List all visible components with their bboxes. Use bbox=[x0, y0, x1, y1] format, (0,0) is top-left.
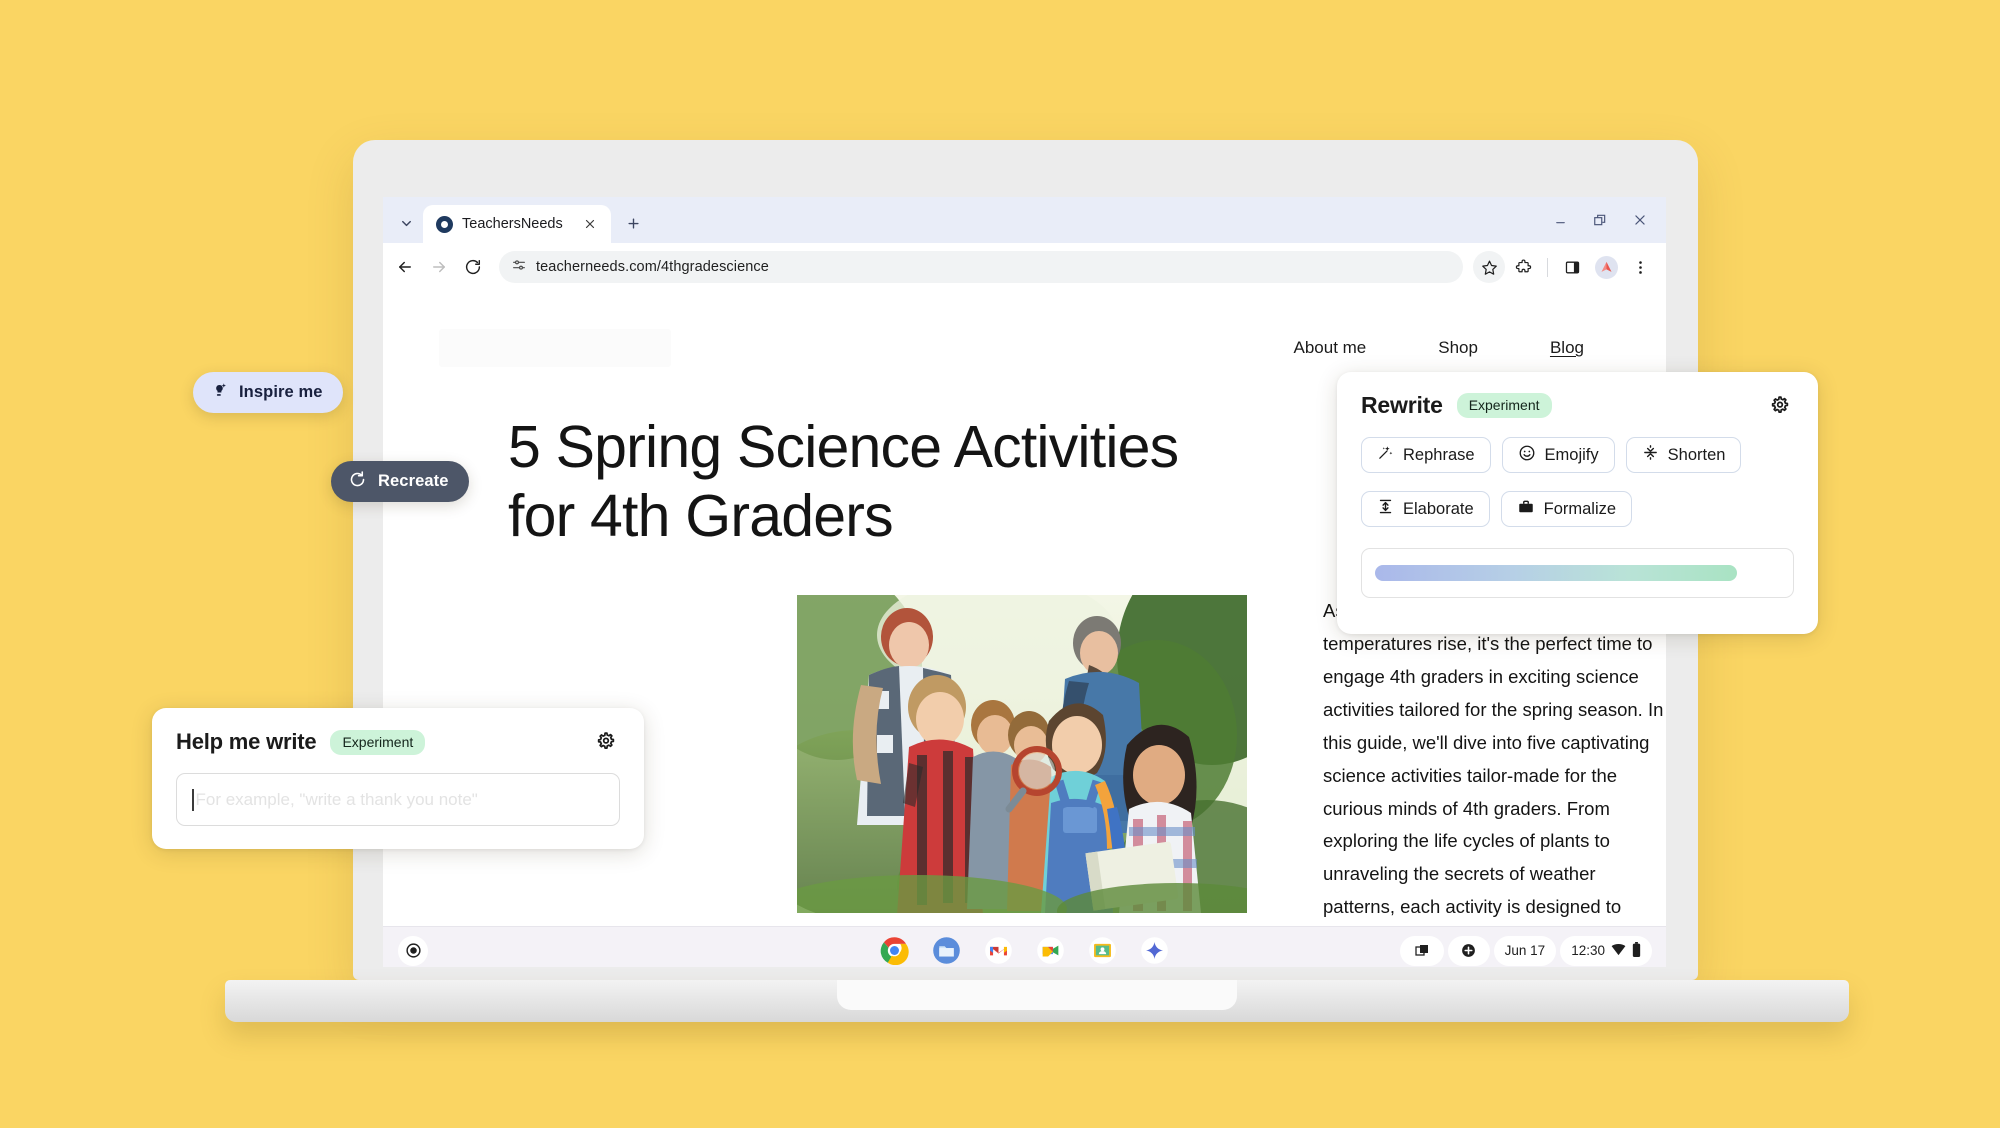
chevron-down-icon[interactable] bbox=[389, 206, 423, 240]
chrome-globe-icon bbox=[436, 215, 453, 233]
help-me-write-placeholder: For example, "write a thank you note" bbox=[195, 789, 478, 809]
toolbar-actions bbox=[1473, 251, 1656, 283]
launcher-circle-icon[interactable] bbox=[398, 935, 428, 966]
star-icon[interactable] bbox=[1473, 251, 1505, 283]
refresh-icon bbox=[348, 470, 367, 494]
rewrite-loading-bar bbox=[1375, 565, 1737, 581]
expand-arrows-icon bbox=[1377, 498, 1394, 520]
gmail-app-icon[interactable] bbox=[984, 936, 1014, 966]
plus-circle-icon[interactable] bbox=[1447, 935, 1490, 966]
browser-toolbar: teacherneeds.com/4thgradescience bbox=[383, 243, 1666, 291]
rewrite-header: Rewrite Experiment bbox=[1361, 392, 1794, 419]
page-title: 5 Spring Science Activities for 4th Grad… bbox=[508, 414, 1179, 550]
text-caret bbox=[192, 788, 194, 811]
laptop-base-notch bbox=[837, 980, 1237, 1010]
tune-site-settings-icon[interactable] bbox=[511, 257, 527, 278]
close-icon[interactable] bbox=[1622, 205, 1658, 235]
shelf-status-area: Jun 17 12:30 bbox=[1399, 935, 1652, 966]
gear-icon[interactable] bbox=[1766, 392, 1794, 420]
rewrite-panel: Rewrite Experiment Rephrase Emojify Shor… bbox=[1337, 372, 1818, 634]
laptop-base bbox=[225, 980, 1849, 1022]
wifi-icon bbox=[1611, 943, 1626, 959]
hero-image bbox=[797, 595, 1247, 914]
three-dot-menu-icon[interactable] bbox=[1624, 251, 1656, 283]
experiment-badge: Experiment bbox=[1456, 393, 1552, 418]
address-bar-url: teacherneeds.com/4thgradescience bbox=[536, 259, 769, 275]
window-controls bbox=[1542, 205, 1658, 235]
side-panel-icon[interactable] bbox=[1556, 251, 1588, 283]
nav-link-shop[interactable]: Shop bbox=[1438, 338, 1478, 358]
recreate-label: Recreate bbox=[378, 472, 449, 490]
shelf-time-text: 12:30 bbox=[1571, 943, 1605, 958]
google-meet-app-icon[interactable] bbox=[1036, 936, 1066, 966]
rewrite-chip-row-2: Elaborate Formalize bbox=[1361, 491, 1794, 527]
elaborate-button[interactable]: Elaborate bbox=[1361, 491, 1490, 527]
recreate-button[interactable]: Recreate bbox=[331, 461, 469, 502]
rewrite-title: Rewrite bbox=[1361, 392, 1443, 418]
window-overview-icon[interactable] bbox=[1399, 935, 1444, 966]
shelf-system-tray[interactable]: 12:30 bbox=[1560, 935, 1652, 966]
forward-arrow-icon[interactable] bbox=[423, 251, 455, 283]
puzzle-piece-icon[interactable] bbox=[1507, 251, 1539, 283]
shorten-label: Shorten bbox=[1667, 445, 1726, 464]
chrome-app-icon[interactable] bbox=[880, 936, 910, 966]
site-header: About me Shop Blog bbox=[383, 291, 1666, 367]
smiley-face-icon bbox=[1518, 444, 1536, 467]
tab-title: TeachersNeeds bbox=[462, 216, 563, 232]
gemini-app-icon[interactable] bbox=[1140, 936, 1170, 966]
help-me-write-input[interactable]: For example, "write a thank you note" bbox=[176, 773, 620, 826]
site-logo-placeholder[interactable] bbox=[439, 329, 671, 367]
google-classroom-app-icon[interactable] bbox=[1088, 936, 1118, 966]
elaborate-label: Elaborate bbox=[1403, 499, 1474, 518]
rewrite-result-box bbox=[1361, 548, 1794, 598]
address-bar[interactable]: teacherneeds.com/4thgradescience bbox=[499, 251, 1463, 283]
browser-tab-strip: TeachersNeeds bbox=[383, 197, 1666, 243]
formalize-button[interactable]: Formalize bbox=[1500, 491, 1633, 527]
lightbulb-sparkle-icon bbox=[210, 381, 228, 404]
files-app-icon[interactable] bbox=[932, 936, 962, 966]
shelf-date[interactable]: Jun 17 bbox=[1493, 935, 1557, 966]
inspire-me-label: Inspire me bbox=[239, 383, 323, 401]
shelf-app-list bbox=[880, 936, 1170, 966]
experiment-badge: Experiment bbox=[330, 729, 426, 755]
help-me-write-header: Help me write Experiment bbox=[176, 729, 620, 755]
shorten-arrows-icon bbox=[1642, 444, 1659, 466]
emojify-button[interactable]: Emojify bbox=[1501, 437, 1615, 473]
close-icon[interactable] bbox=[580, 214, 600, 234]
help-me-write-panel: Help me write Experiment For example, "w… bbox=[152, 708, 644, 849]
gear-icon[interactable] bbox=[592, 728, 620, 756]
toolbar-divider bbox=[1547, 257, 1548, 277]
chromeos-shelf: Jun 17 12:30 bbox=[383, 926, 1666, 967]
minimize-icon[interactable] bbox=[1542, 205, 1578, 235]
browser-tab[interactable]: TeachersNeeds bbox=[423, 205, 611, 243]
shorten-button[interactable]: Shorten bbox=[1625, 437, 1742, 473]
site-navigation: About me Shop Blog bbox=[1294, 338, 1611, 358]
help-me-write-title: Help me write bbox=[176, 729, 317, 754]
reload-icon[interactable] bbox=[457, 251, 489, 283]
profile-avatar[interactable] bbox=[1590, 251, 1622, 283]
rephrase-label: Rephrase bbox=[1403, 445, 1475, 464]
back-arrow-icon[interactable] bbox=[389, 251, 421, 283]
nav-link-blog[interactable]: Blog bbox=[1550, 338, 1584, 358]
battery-icon bbox=[1632, 941, 1641, 960]
shelf-date-text: Jun 17 bbox=[1504, 943, 1546, 958]
inspire-me-button[interactable]: Inspire me bbox=[193, 372, 343, 413]
article-body-text: As the days grow longer and the temperat… bbox=[1323, 600, 1664, 918]
restore-icon[interactable] bbox=[1582, 205, 1618, 235]
rewrite-chip-row-1: Rephrase Emojify Shorten bbox=[1361, 437, 1794, 473]
briefcase-icon bbox=[1517, 498, 1535, 521]
magic-wand-icon bbox=[1377, 444, 1394, 466]
formalize-label: Formalize bbox=[1543, 499, 1617, 518]
rephrase-button[interactable]: Rephrase bbox=[1361, 437, 1491, 473]
emojify-label: Emojify bbox=[1544, 445, 1599, 464]
nav-link-about-me[interactable]: About me bbox=[1294, 338, 1367, 358]
plus-icon[interactable] bbox=[618, 208, 648, 238]
